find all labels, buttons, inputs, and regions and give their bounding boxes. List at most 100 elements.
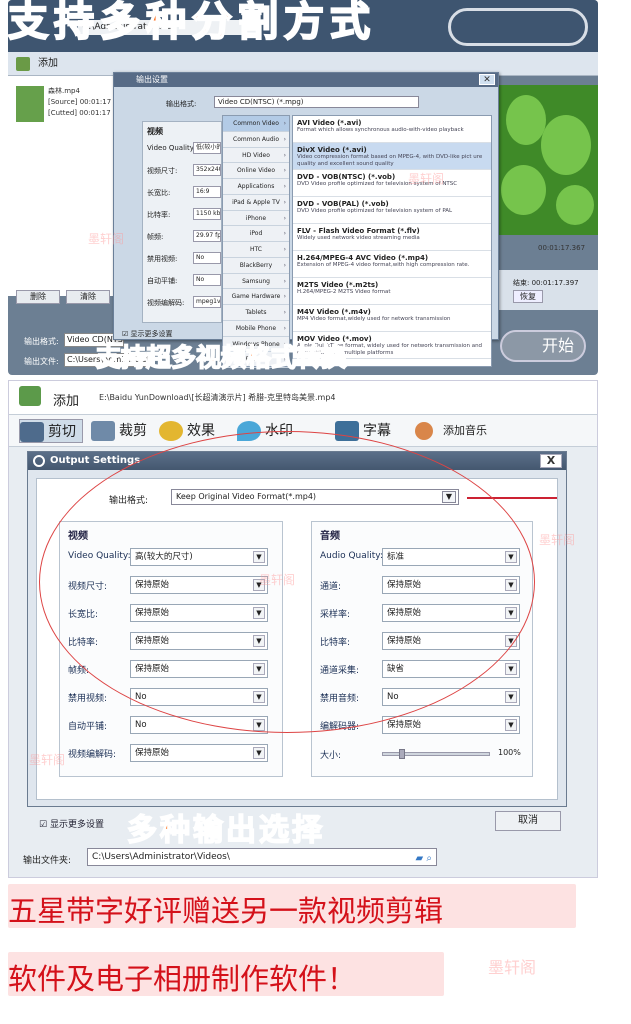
file-source: [Source] 00:01:17 xyxy=(48,98,112,106)
file-info: 森林.mp4 [Source] 00:01:17 [Cutted] 00:01:… xyxy=(48,86,111,119)
dialog-title: Output Settings xyxy=(50,455,141,466)
setting-select[interactable]: 1150 kbps xyxy=(193,208,221,220)
screenshot-1: C:\Administrator\...s\ 支持多种分割方式 添加 森林.mp… xyxy=(8,0,598,375)
format-category-item[interactable]: Common Audio xyxy=(223,132,289,148)
setting-label: 自动平铺: xyxy=(68,722,108,732)
setting-select[interactable]: 低(较小的 xyxy=(193,142,221,154)
file-path: E:\Baidu YunDownload\[长超清演示片] 希腊-克里特岛美景.… xyxy=(99,393,336,402)
format-category-item[interactable]: Mobile Phone xyxy=(223,321,289,337)
format-option-desc: Format which allows synchronous audio-wi… xyxy=(297,127,464,133)
dialog-titlebar: 输出设置 ✕ xyxy=(114,73,498,87)
format-category-item[interactable]: Online Video xyxy=(223,163,289,179)
close-icon[interactable]: X xyxy=(540,454,562,468)
file-thumbnail[interactable] xyxy=(16,86,44,122)
add-icon[interactable] xyxy=(16,57,30,71)
add-icon[interactable] xyxy=(19,386,41,406)
screenshot-2: 添加 E:\Baidu YunDownload\[长超清演示片] 希腊-克里特岛… xyxy=(8,380,598,878)
output-folder-label: 输出文件夹: xyxy=(23,856,72,866)
tab-add-music[interactable]: 添加音乐 xyxy=(415,419,487,443)
clear-button[interactable]: 清除 xyxy=(66,290,110,304)
volume-percent: 100% xyxy=(498,748,521,757)
format-option[interactable]: FLV - Flash Video Format (*.flv) Widely u… xyxy=(293,224,491,251)
format-category-item[interactable]: BlackBerry xyxy=(223,258,289,274)
caption-formats: 支持超多视频格式转换 xyxy=(95,342,347,373)
setting-select[interactable]: 16:9 xyxy=(193,186,221,198)
output-dir-label: 输出文件: xyxy=(24,357,59,366)
format-category-item[interactable]: Tablets xyxy=(223,305,289,321)
tab-crop[interactable]: 裁剪 xyxy=(91,419,147,443)
format-option-name: H.264/MPEG-4 AVC Video (*.mp4) xyxy=(297,254,429,262)
show-more-checkbox[interactable]: ☑ 显示更多设置 xyxy=(39,817,104,830)
format-category-item[interactable]: iPhone xyxy=(223,211,289,227)
format-category-item[interactable]: Applications xyxy=(223,179,289,195)
film-icon xyxy=(20,422,44,442)
crop-icon xyxy=(91,421,115,441)
format-option-desc: MP4 Video format,widely used for network… xyxy=(297,316,451,322)
format-option[interactable]: AVI Video (*.avi) Format which allows syn… xyxy=(293,116,491,143)
dialog-title: 输出设置 xyxy=(136,75,168,84)
setting-label: 比特率: xyxy=(147,211,171,219)
gear-icon xyxy=(33,455,45,467)
setting-select[interactable]: mpeg1video xyxy=(193,296,221,308)
top-control-frame xyxy=(448,8,588,46)
show-more-label: 显示更多设置 xyxy=(130,330,173,338)
format-option-desc: Video compression format based on MPEG-4… xyxy=(297,154,483,167)
setting-select[interactable]: 29.97 fps xyxy=(193,230,221,242)
restore-button[interactable]: 恢复 xyxy=(513,290,543,303)
delete-button[interactable]: 删除 xyxy=(16,290,60,304)
format-option[interactable]: M4V Video (*.m4v) MP4 Video format,widely… xyxy=(293,305,491,332)
format-option-desc: DVD Video profile optimized for televisi… xyxy=(297,208,453,214)
format-option-name: DivX Video (*.avi) xyxy=(297,146,367,154)
format-option[interactable]: H.264/MPEG-4 AVC Video (*.mp4) Extension … xyxy=(293,251,491,278)
format-option[interactable]: DivX Video (*.avi) Video compression form… xyxy=(293,143,491,170)
format-option[interactable]: M2TS Video (*.m2ts) H.264/MPEG-2 M2TS Vid… xyxy=(293,278,491,305)
format-category-item[interactable]: HD Video xyxy=(223,148,289,164)
tab-label: 字幕 xyxy=(363,423,391,439)
tab-label: 效果 xyxy=(187,423,215,439)
format-category-item[interactable]: iPad & Apple TV xyxy=(223,195,289,211)
setting-label: 帧频: xyxy=(147,233,164,241)
setting-select[interactable]: No xyxy=(193,274,221,286)
setting-label: 长宽比: xyxy=(147,189,171,197)
close-icon[interactable]: ✕ xyxy=(479,74,495,85)
chevron-down-icon[interactable]: ▼ xyxy=(505,691,517,703)
start-button[interactable]: 开始 xyxy=(500,330,586,362)
format-category-item[interactable]: HTC xyxy=(223,242,289,258)
format-option[interactable]: DVD - VOB(PAL) (*.vob) DVD Video profile … xyxy=(293,197,491,224)
setting-select[interactable]: No xyxy=(193,252,221,264)
format-submenu: AVI Video (*.avi) Format which allows syn… xyxy=(292,115,492,367)
format-select[interactable]: Video CD(NTSC) (*.mpg) xyxy=(214,96,419,108)
sparkle-icon xyxy=(159,421,183,441)
watermark: 墨轩阁 xyxy=(488,958,537,977)
cancel-button[interactable]: 取消 xyxy=(495,811,561,831)
format-option[interactable]: DVD - VOB(NTSC) (*.vob) DVD Video profile… xyxy=(293,170,491,197)
setting-label: 视频编解码: xyxy=(68,750,117,760)
add-button[interactable]: 添加 xyxy=(38,58,58,69)
add-button[interactable]: 添加 xyxy=(53,390,79,409)
slider-handle[interactable] xyxy=(399,749,405,759)
folder-icon[interactable]: ▰ xyxy=(416,853,424,864)
format-category-item[interactable]: Common Video xyxy=(223,116,289,132)
video-preview xyxy=(496,85,598,235)
chevron-down-icon[interactable]: ▼ xyxy=(505,663,517,675)
chevron-down-icon[interactable]: ▼ xyxy=(253,747,265,759)
chevron-down-icon[interactable]: ▼ xyxy=(505,719,517,731)
format-category-item[interactable]: Samsung xyxy=(223,274,289,290)
tab-cut[interactable]: 剪切 xyxy=(19,419,83,443)
format-category-item[interactable]: iPod xyxy=(223,226,289,242)
search-icon[interactable]: ⌕ xyxy=(426,853,432,864)
setting-select[interactable]: 保持原始 ▼ xyxy=(382,716,520,734)
file-list: 森林.mp4 [Source] 00:01:17 [Cutted] 00:01:… xyxy=(8,76,118,296)
output-format-label: 输出格式: xyxy=(24,337,59,346)
show-more-label: 显示更多设置 xyxy=(49,820,104,830)
output-folder-field[interactable]: C:\Users\Administrator\Videos\ ▰ ⌕ xyxy=(87,848,437,866)
setting-select[interactable]: 保持原始 ▼ xyxy=(130,744,268,762)
volume-slider[interactable] xyxy=(382,749,490,759)
format-option-name: M4V Video (*.m4v) xyxy=(297,308,371,316)
format-category-item[interactable]: Game Hardware xyxy=(223,289,289,305)
video-panel: 视频 Video Quality: 低(较小的 视频尺寸: 352x240 长宽比: 16… xyxy=(142,121,222,323)
promo-line-1: 五星带字好评赠送另一款视频剪辑 xyxy=(8,894,444,928)
setting-select[interactable]: 352x240 xyxy=(193,164,221,176)
promo-text: 五星带字好评赠送另一款视频剪辑 软件及电子相册制作软件！ 墨轩阁 xyxy=(8,880,588,1020)
setting-label: Video Quality: xyxy=(147,144,196,152)
